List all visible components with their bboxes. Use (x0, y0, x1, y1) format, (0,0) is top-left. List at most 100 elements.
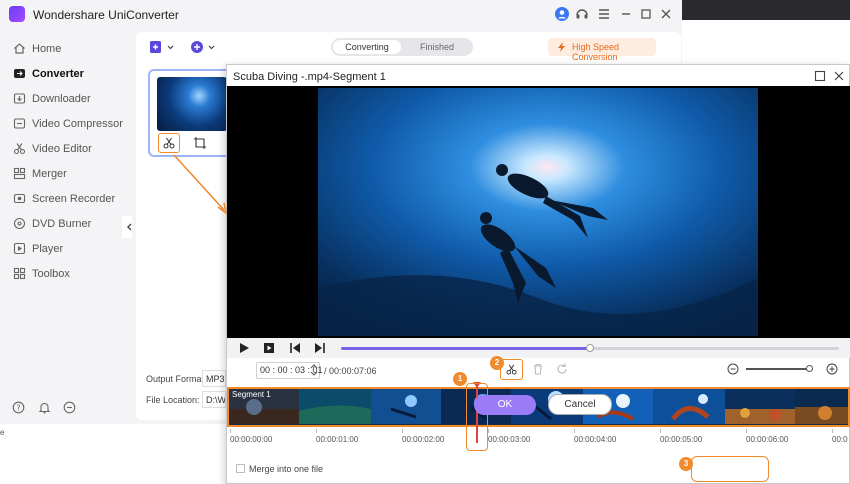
sidebar-item-label: Downloader (32, 93, 91, 105)
bell-icon[interactable] (38, 401, 51, 414)
filmstrip-frame (653, 389, 725, 424)
zoom-in-icon[interactable] (826, 363, 838, 375)
high-speed-label: High Speed Conversion (572, 42, 620, 62)
help-icon[interactable]: ? (12, 401, 25, 414)
step-badge-2: 2 (490, 356, 504, 370)
add-media-icon[interactable] (190, 39, 216, 55)
sidebar-item-dvd-burner[interactable]: DVD Burner (0, 213, 132, 235)
ruler-label: 00:00:06:00 (746, 435, 789, 444)
ruler-label: 00:00:00:00 (230, 435, 273, 444)
filmstrip-frame (299, 389, 371, 424)
grid-icon (13, 267, 26, 280)
status-tabs: Converting Finished (331, 38, 473, 56)
progress-handle[interactable] (586, 344, 594, 352)
trim-button[interactable] (158, 133, 180, 153)
video-preview[interactable] (227, 86, 850, 338)
sidebar-item-converter[interactable]: Converter (0, 63, 132, 85)
sidebar-item-toolbox[interactable]: Toolbox (0, 263, 132, 285)
add-file-icon[interactable] (149, 39, 175, 55)
scissors-icon (506, 364, 517, 375)
ruler-label: 00:0 (832, 435, 848, 444)
progress-bar[interactable] (341, 344, 839, 352)
progress-fill (341, 347, 590, 350)
ruler-tick (660, 429, 661, 433)
minimize-icon[interactable] (618, 6, 634, 22)
merge-label: Merge into one file (249, 464, 324, 474)
ruler-label: 00:00:01:00 (316, 435, 359, 444)
merge-checkbox[interactable] (236, 464, 245, 473)
merge-icon (13, 167, 26, 180)
zoom-slider[interactable] (746, 365, 813, 372)
ruler-label: 00:00:04:00 (574, 435, 617, 444)
ruler-tick (574, 429, 575, 433)
sidebar-item-screen-recorder[interactable]: Screen Recorder (0, 188, 132, 210)
sidebar-item-home[interactable]: Home (0, 38, 132, 60)
ok-button[interactable]: OK (474, 395, 536, 415)
file-location-label: File Location: (146, 395, 200, 405)
next-frame-icon[interactable] (314, 342, 326, 354)
reset-icon[interactable] (555, 362, 569, 376)
playhead-highlight (466, 383, 488, 451)
ruler-tick (488, 429, 489, 433)
crop-icon[interactable] (192, 135, 208, 151)
stop-icon[interactable] (263, 342, 275, 354)
timeline-filmstrip[interactable]: Segment 1 (227, 387, 850, 427)
downloader-icon (13, 93, 26, 104)
account-icon[interactable] (554, 6, 570, 22)
sidebar-item-label: Merger (32, 168, 67, 180)
sidebar-item-label: Home (32, 43, 62, 55)
app-title: Wondershare UniConverter (33, 8, 179, 22)
record-icon (13, 193, 26, 204)
file-location-field[interactable]: D:\W (202, 391, 226, 408)
home-icon (14, 43, 25, 54)
sidebar-item-label: Screen Recorder (32, 193, 116, 205)
player-icon (13, 242, 26, 255)
svg-text:?: ? (16, 403, 20, 412)
ruler-label: 00:00:03:00 (488, 435, 531, 444)
cancel-button[interactable]: Cancel (548, 394, 612, 415)
disc-icon (13, 217, 26, 230)
play-icon[interactable] (238, 342, 250, 354)
background-window-titlebar (682, 0, 850, 20)
zoom-handle[interactable] (805, 365, 813, 372)
scissors-icon (163, 137, 175, 149)
trash-icon[interactable] (531, 362, 545, 376)
maximize-icon[interactable] (814, 70, 826, 82)
total-duration: / 00:00:07:06 (324, 366, 377, 376)
close-icon[interactable] (833, 70, 845, 82)
scissors-icon (13, 143, 26, 155)
sidebar: Home Converter Downloader Video Compress… (0, 28, 132, 424)
filmstrip-frame (725, 389, 795, 424)
sidebar-item-merger[interactable]: Merger (0, 163, 132, 185)
ruler-label: 00:00:02:00 (402, 435, 445, 444)
time-stepper-icon[interactable] (310, 363, 318, 377)
converter-icon (14, 69, 25, 78)
output-format-select[interactable]: MP3 (202, 370, 226, 387)
tab-finished[interactable]: Finished (403, 40, 471, 54)
video-frame (318, 88, 758, 336)
sidebar-item-video-compressor[interactable]: Video Compressor (0, 113, 132, 135)
previous-frame-icon[interactable] (289, 342, 301, 354)
high-speed-conversion-button[interactable]: High Speed Conversion (548, 38, 656, 62)
sidebar-item-player[interactable]: Player (0, 238, 132, 260)
sidebar-item-downloader[interactable]: Downloader (0, 88, 132, 110)
tab-converting[interactable]: Converting (333, 40, 401, 54)
sidebar-item-label: Video Compressor (32, 118, 123, 130)
timeline-ruler: 00:00:00:00 00:00:01:00 00:00:02:00 00:0… (227, 429, 850, 451)
ok-highlight (691, 456, 769, 482)
sidebar-item-label: DVD Burner (32, 218, 92, 230)
maximize-icon[interactable] (638, 6, 654, 22)
segment-label: Segment 1 (232, 390, 271, 399)
filmstrip-frame (795, 389, 848, 424)
video-thumbnail (157, 77, 227, 131)
close-icon[interactable] (658, 6, 674, 22)
trim-dialog: Scuba Diving -.mp4-Segment 1 00: 00: 0… (226, 64, 850, 484)
headset-icon[interactable] (574, 6, 590, 22)
ruler-tick (230, 429, 231, 433)
feedback-icon[interactable] (63, 401, 76, 414)
sidebar-item-label: Video Editor (32, 143, 92, 155)
zoom-out-icon[interactable] (727, 363, 739, 375)
menu-icon[interactable] (596, 6, 612, 22)
sidebar-item-video-editor[interactable]: Video Editor (0, 138, 132, 160)
dialog-title: Scuba Diving -.mp4-Segment 1 (233, 71, 386, 83)
